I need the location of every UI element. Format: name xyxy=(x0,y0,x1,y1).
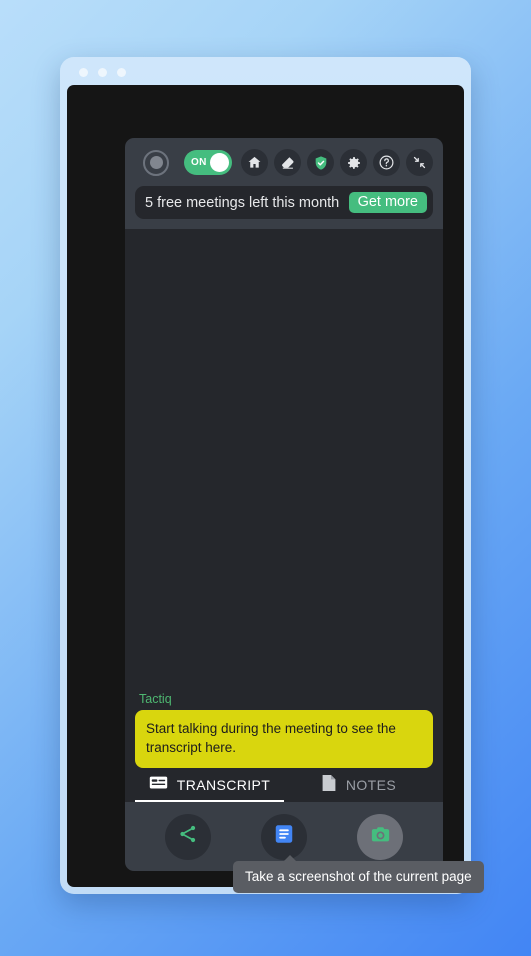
transcript-icon xyxy=(149,775,168,795)
toggle-label: ON xyxy=(191,157,207,168)
transcript-speaker-name: Tactiq xyxy=(139,691,172,706)
tooltip-arrow xyxy=(283,855,297,862)
tab-notes-label: NOTES xyxy=(345,777,397,793)
tooltip-text: Take a screenshot of the current page xyxy=(245,869,472,884)
camera-icon xyxy=(369,823,392,851)
share-icon xyxy=(177,823,199,850)
shield-check-icon[interactable] xyxy=(307,149,334,176)
tactiq-panel: ON 5 free meetings left this month Get m… xyxy=(125,138,443,871)
gear-icon[interactable] xyxy=(340,149,367,176)
recording-toggle[interactable]: ON xyxy=(184,150,232,175)
notes-page-icon xyxy=(321,774,337,797)
docs-button[interactable] xyxy=(261,813,307,860)
tab-notes[interactable]: NOTES xyxy=(284,768,433,802)
toggle-knob xyxy=(210,153,229,172)
browser-window: ON 5 free meetings left this month Get m… xyxy=(60,57,484,894)
collapse-arrows-icon[interactable] xyxy=(406,149,433,176)
record-circle-icon[interactable] xyxy=(143,149,169,176)
screenshot-tooltip: Take a screenshot of the current page xyxy=(233,855,484,893)
transcript-body: Tactiq Start talking during the meeting … xyxy=(125,229,443,768)
screenshot-button[interactable] xyxy=(357,813,403,860)
record-inner-dot xyxy=(149,156,163,169)
google-docs-icon xyxy=(273,823,295,850)
help-circle-icon[interactable] xyxy=(373,149,400,176)
free-meetings-text: 5 free meetings left this month xyxy=(145,194,340,211)
free-meetings-banner: 5 free meetings left this month Get more xyxy=(135,186,433,219)
share-button[interactable] xyxy=(165,813,211,860)
window-dot-close[interactable] xyxy=(79,68,88,77)
window-controls xyxy=(79,68,126,77)
window-dot-minimize[interactable] xyxy=(98,68,107,77)
tabs-row: TRANSCRIPT NOTES xyxy=(125,768,443,802)
home-icon[interactable] xyxy=(241,149,268,176)
eraser-icon[interactable] xyxy=(274,149,301,176)
tactiq-toolbar: ON 5 free meetings left this month Get m… xyxy=(125,138,443,229)
tab-transcript-label: TRANSCRIPT xyxy=(176,777,271,793)
toolbar-row: ON xyxy=(135,147,433,178)
toolbar-icon-group: ON xyxy=(184,149,433,176)
browser-viewport: ON 5 free meetings left this month Get m… xyxy=(67,85,484,893)
tab-transcript[interactable]: TRANSCRIPT xyxy=(135,768,284,802)
transcript-empty-callout: Start talking during the meeting to see … xyxy=(135,709,433,768)
get-more-button[interactable]: Get more xyxy=(348,192,427,213)
window-dot-maximize[interactable] xyxy=(117,68,126,77)
